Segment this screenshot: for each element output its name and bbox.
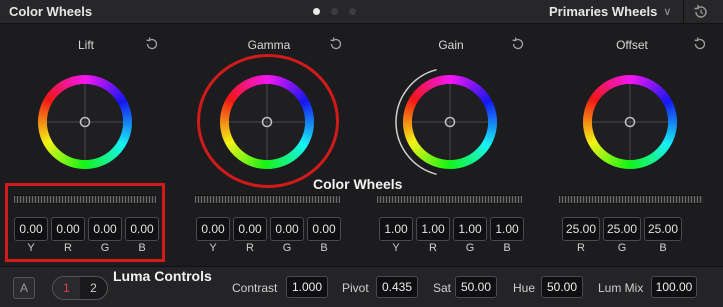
gain-b-value[interactable]: 1.00 <box>490 217 524 241</box>
reset-icon[interactable] <box>510 36 526 52</box>
contrast-label: Contrast <box>232 281 278 295</box>
channel-label: B <box>138 242 146 254</box>
channel-label: Y <box>392 242 400 254</box>
panel-header: Color Wheels Primaries Wheels ∨ <box>0 0 723 24</box>
lum-mix-value[interactable]: 100.00 <box>651 276 697 298</box>
offset-master-slider[interactable] <box>559 195 703 204</box>
page-toggle: 1 2 <box>52 276 108 300</box>
gamma-g-value[interactable]: 0.00 <box>270 217 304 241</box>
lift-y-value[interactable]: 0.00 <box>14 217 48 241</box>
gamma-master-slider[interactable] <box>195 195 340 204</box>
channel-label: G <box>100 242 110 254</box>
offset-r-value[interactable]: 25.00 <box>562 217 600 241</box>
color-wheels-annotation: Color Wheels <box>313 176 403 192</box>
gamma-y-value[interactable]: 0.00 <box>196 217 230 241</box>
gamma-b-value[interactable]: 0.00 <box>307 217 341 241</box>
auto-balance-button[interactable]: A <box>13 277 35 299</box>
contrast-value[interactable]: 1.000 <box>286 276 328 298</box>
channel-label: B <box>320 242 328 254</box>
gain-r-value[interactable]: 1.00 <box>416 217 450 241</box>
chevron-down-icon: ∨ <box>663 6 672 18</box>
page-2-button[interactable]: 2 <box>80 277 107 299</box>
color-wheel-graphic <box>38 75 132 169</box>
hue-value[interactable]: 50.00 <box>541 276 583 298</box>
offset-g-value[interactable]: 25.00 <box>603 217 641 241</box>
page-dots <box>313 8 356 15</box>
wheels-mode-label: Primaries Wheels <box>549 4 658 19</box>
lift-g-value[interactable]: 0.00 <box>88 217 122 241</box>
gain-color-wheel[interactable] <box>393 65 507 179</box>
lum-mix-label: Lum Mix <box>598 281 644 295</box>
offset-color-wheel[interactable] <box>573 65 687 179</box>
channel-label: B <box>659 242 667 254</box>
channel-label: R <box>577 242 585 254</box>
header-divider <box>683 0 684 24</box>
gamma-r-value[interactable]: 0.00 <box>233 217 267 241</box>
sat-label: Sat <box>433 281 452 295</box>
lift-color-wheel[interactable] <box>28 65 142 179</box>
channel-label: Y <box>209 242 217 254</box>
page-dot-1[interactable] <box>313 8 320 15</box>
gamma-wheel-panel: Gamma 0.00 0.00 0.00 0.00 Y R G B <box>180 24 360 264</box>
color-wheel-graphic <box>583 75 677 169</box>
offset-wheel-panel: Offset 25.00 25.00 25.00 R G B <box>540 24 720 264</box>
gain-master-slider[interactable] <box>377 195 522 204</box>
gain-g-value[interactable]: 1.00 <box>453 217 487 241</box>
page-dot-2[interactable] <box>331 8 338 15</box>
pivot-value[interactable]: 0.435 <box>376 276 418 298</box>
color-wheel-graphic <box>220 75 314 169</box>
hue-label: Hue <box>513 281 536 295</box>
page-dot-3[interactable] <box>349 8 356 15</box>
color-wheel-graphic <box>395 68 497 176</box>
luma-controls-annotation: Luma Controls <box>113 268 212 284</box>
reset-icon[interactable] <box>144 36 160 52</box>
reset-icon[interactable] <box>692 36 708 52</box>
wheels-mode-dropdown[interactable]: Primaries Wheels ∨ <box>549 4 671 19</box>
lift-master-slider[interactable] <box>14 195 156 204</box>
history-icon[interactable] <box>692 3 710 21</box>
channel-label: G <box>617 242 627 254</box>
lift-wheel-panel: Lift 0.00 0.00 0.00 0.00 Y R G B <box>0 24 180 264</box>
page-1-button[interactable]: 1 <box>53 277 80 299</box>
panel-title: Color Wheels <box>9 4 93 19</box>
gain-y-value[interactable]: 1.00 <box>379 217 413 241</box>
channel-label: G <box>282 242 292 254</box>
pivot-label: Pivot <box>342 281 369 295</box>
gain-wheel-panel: Gain 1.00 1.00 1.00 1.00 Y R G B <box>360 24 540 264</box>
reset-icon[interactable] <box>328 36 344 52</box>
channel-label: Y <box>27 242 35 254</box>
channel-label: B <box>503 242 511 254</box>
channel-label: R <box>64 242 72 254</box>
gamma-color-wheel[interactable] <box>210 65 324 179</box>
adjustment-footer: A 1 2 Contrast 1.000 Pivot 0.435 Sat 50.… <box>0 266 723 307</box>
channel-label: R <box>246 242 254 254</box>
offset-b-value[interactable]: 25.00 <box>644 217 682 241</box>
channel-label: R <box>429 242 437 254</box>
sat-value[interactable]: 50.00 <box>455 276 497 298</box>
channel-label: G <box>465 242 475 254</box>
lift-r-value[interactable]: 0.00 <box>51 217 85 241</box>
lift-b-value[interactable]: 0.00 <box>125 217 159 241</box>
